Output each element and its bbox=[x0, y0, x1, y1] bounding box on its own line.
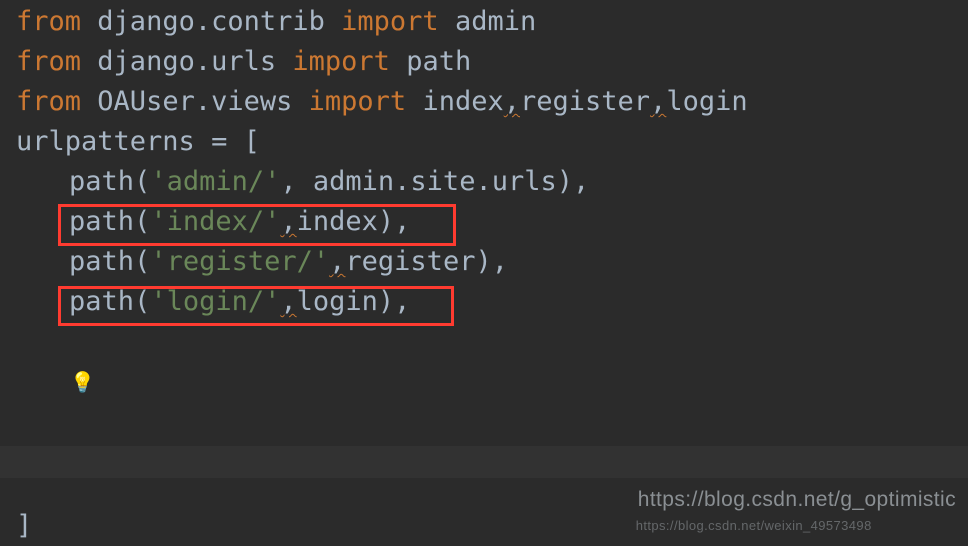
indent bbox=[4, 206, 69, 237]
code-line-4: urlpatterns = [ bbox=[0, 122, 968, 162]
paren-close: ), bbox=[557, 166, 590, 197]
import-name: admin bbox=[455, 6, 536, 37]
code-line-8: path('login/',login), bbox=[0, 282, 968, 322]
current-line[interactable]: | bbox=[0, 446, 968, 478]
paren-open: ( bbox=[134, 286, 150, 317]
code-line-2: from django.urls import path bbox=[0, 42, 968, 82]
paren-close: ), bbox=[378, 206, 411, 237]
comma-warning: , bbox=[650, 86, 666, 117]
string-literal: 'login/' bbox=[150, 286, 280, 317]
comma-warning: , bbox=[280, 206, 296, 237]
code-line-6: path('index/',index), bbox=[0, 202, 968, 242]
bracket-close: ] bbox=[16, 510, 32, 541]
argument: admin.site.urls bbox=[313, 166, 557, 197]
indent bbox=[4, 246, 69, 277]
function-call: path bbox=[69, 166, 134, 197]
code-line-5: path('admin/', admin.site.urls), bbox=[0, 162, 968, 202]
argument: index bbox=[297, 206, 378, 237]
import-name: index bbox=[422, 86, 503, 117]
keyword-from: from bbox=[16, 86, 81, 117]
watermark-main: https://blog.csdn.net/g_optimistic bbox=[638, 488, 956, 511]
lightbulb-icon[interactable]: 💡 bbox=[70, 370, 95, 394]
function-call: path bbox=[69, 286, 134, 317]
keyword-from: from bbox=[16, 6, 81, 37]
module-name: OAUser.views bbox=[97, 86, 292, 117]
keyword-import: import bbox=[292, 46, 390, 77]
comma-warning: , bbox=[329, 246, 345, 277]
code-line-3: from OAUser.views import index,register,… bbox=[0, 82, 968, 122]
import-name: path bbox=[406, 46, 471, 77]
import-name: login bbox=[666, 86, 747, 117]
keyword-import: import bbox=[309, 86, 407, 117]
string-literal: 'register/' bbox=[150, 246, 329, 277]
function-call: path bbox=[69, 206, 134, 237]
keyword-from: from bbox=[16, 46, 81, 77]
watermark-sub: https://blog.csdn.net/weixin_49573498 bbox=[636, 518, 872, 533]
indent bbox=[4, 286, 69, 317]
code-editor[interactable]: from django.contrib import admin from dj… bbox=[0, 0, 968, 546]
variable: urlpatterns bbox=[16, 126, 195, 157]
paren-open: ( bbox=[134, 246, 150, 277]
comma-warning: , bbox=[504, 86, 520, 117]
paren-close: ), bbox=[378, 286, 411, 317]
import-name: register bbox=[520, 86, 650, 117]
separator: , bbox=[280, 166, 313, 197]
string-literal: 'index/' bbox=[150, 206, 280, 237]
operator: = [ bbox=[195, 126, 260, 157]
keyword-import: import bbox=[341, 6, 439, 37]
function-call: path bbox=[69, 246, 134, 277]
intention-bulb-line: 💡 bbox=[0, 322, 968, 442]
code-line-1: from django.contrib import admin bbox=[0, 2, 968, 42]
code-line-7: path('register/',register), bbox=[0, 242, 968, 282]
module-name: django.contrib bbox=[97, 6, 325, 37]
watermark: https://blog.csdn.net/g_optimistic https… bbox=[638, 488, 956, 536]
comma-warning: , bbox=[280, 286, 296, 317]
argument: register bbox=[345, 246, 475, 277]
string-literal: 'admin/' bbox=[150, 166, 280, 197]
indent bbox=[4, 166, 69, 197]
module-name: django.urls bbox=[97, 46, 276, 77]
paren-open: ( bbox=[134, 166, 150, 197]
paren-close: ), bbox=[475, 246, 508, 277]
paren-open: ( bbox=[134, 206, 150, 237]
argument: login bbox=[297, 286, 378, 317]
